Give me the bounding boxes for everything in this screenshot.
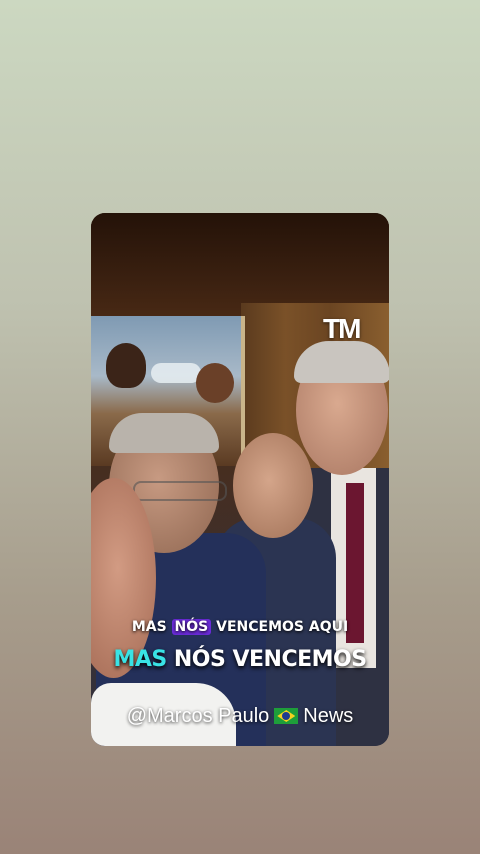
person-face [233, 433, 313, 538]
painting-figure [196, 363, 234, 403]
credit-name: @Marcos Paulo [126, 705, 270, 727]
painting-figure [106, 343, 146, 388]
caption-text: MAS [131, 619, 172, 635]
glasses [133, 481, 227, 501]
person-hair [109, 413, 219, 453]
credit-suffix: News [303, 705, 354, 727]
painting-cloud [151, 363, 201, 383]
person-hair [294, 341, 389, 383]
channel-logo: TM [323, 313, 361, 344]
caption-text: NÓS VENCEMOS [166, 647, 367, 672]
caption-text: VENCEMOS AQUI [211, 619, 349, 635]
brazil-flag-icon [274, 708, 299, 724]
video-card[interactable]: TM MAS NÓS VENCEMOS AQUI MAS NÓS VENCEMO… [91, 213, 389, 746]
caption-highlight: NÓS [171, 619, 212, 635]
credit-watermark: @Marcos Paulo News [91, 705, 389, 728]
caption-line-2: MAS NÓS VENCEMOS [91, 647, 389, 672]
caption-line-1: MAS NÓS VENCEMOS AQUI [91, 619, 389, 635]
caption-highlight: MAS [113, 647, 167, 672]
